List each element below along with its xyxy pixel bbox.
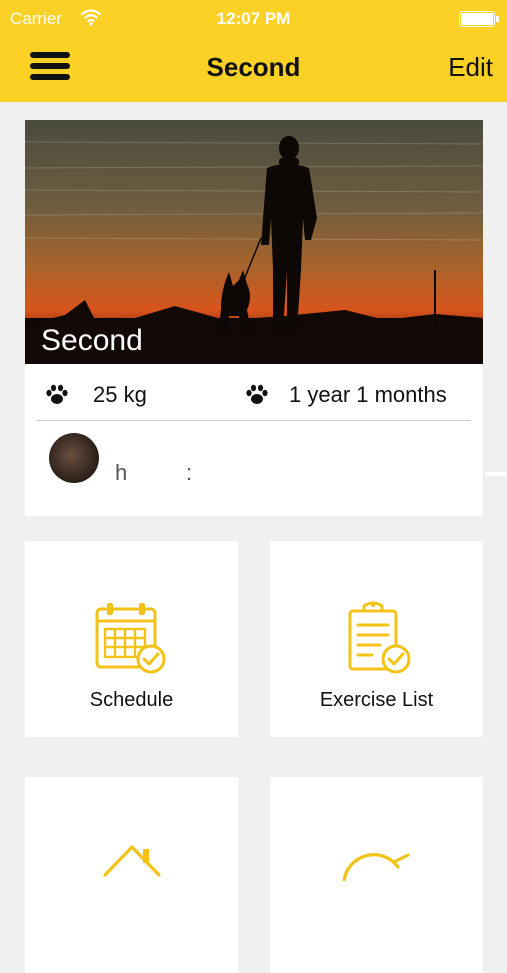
home-icon bbox=[103, 845, 161, 877]
owner-avatar[interactable] bbox=[49, 433, 99, 483]
pet-stats-row: 25 kg 1 year 1 months bbox=[25, 364, 483, 422]
status-bar: Carrier 12:07 PM bbox=[0, 8, 507, 30]
pet-profile-card[interactable]: Second 25 kg 1 year 1 months h : bbox=[25, 120, 483, 516]
timer-icon bbox=[342, 853, 410, 881]
timer-tile[interactable] bbox=[270, 777, 483, 973]
paw-icon bbox=[46, 384, 68, 404]
top-bar: Carrier 12:07 PM Second Edit bbox=[0, 0, 507, 102]
schedule-label: Schedule bbox=[89, 689, 174, 711]
scroll-indicator bbox=[485, 472, 507, 476]
owner-name: h : bbox=[115, 460, 195, 485]
battery-icon bbox=[459, 11, 499, 27]
calendar-check-icon bbox=[95, 603, 166, 674]
clock-label: 12:07 PM bbox=[216, 9, 291, 28]
divider bbox=[37, 420, 471, 421]
home-tile[interactable] bbox=[25, 777, 238, 973]
edit-button[interactable]: Edit bbox=[448, 52, 493, 83]
schedule-tile[interactable]: Schedule bbox=[25, 541, 238, 737]
exercise-list-tile[interactable]: Exercise List bbox=[270, 541, 483, 737]
paw-icon bbox=[246, 384, 268, 404]
clipboard-check-icon bbox=[348, 601, 411, 674]
page-title: Second bbox=[206, 52, 301, 82]
pet-age: 1 year 1 months bbox=[289, 382, 447, 407]
pet-name-overlay: Second bbox=[41, 324, 143, 357]
pet-weight: 25 kg bbox=[93, 382, 147, 407]
exercise-list-label: Exercise List bbox=[319, 689, 434, 711]
pet-photo: Second bbox=[25, 120, 483, 364]
navigation-bar: Second Edit bbox=[0, 36, 507, 102]
